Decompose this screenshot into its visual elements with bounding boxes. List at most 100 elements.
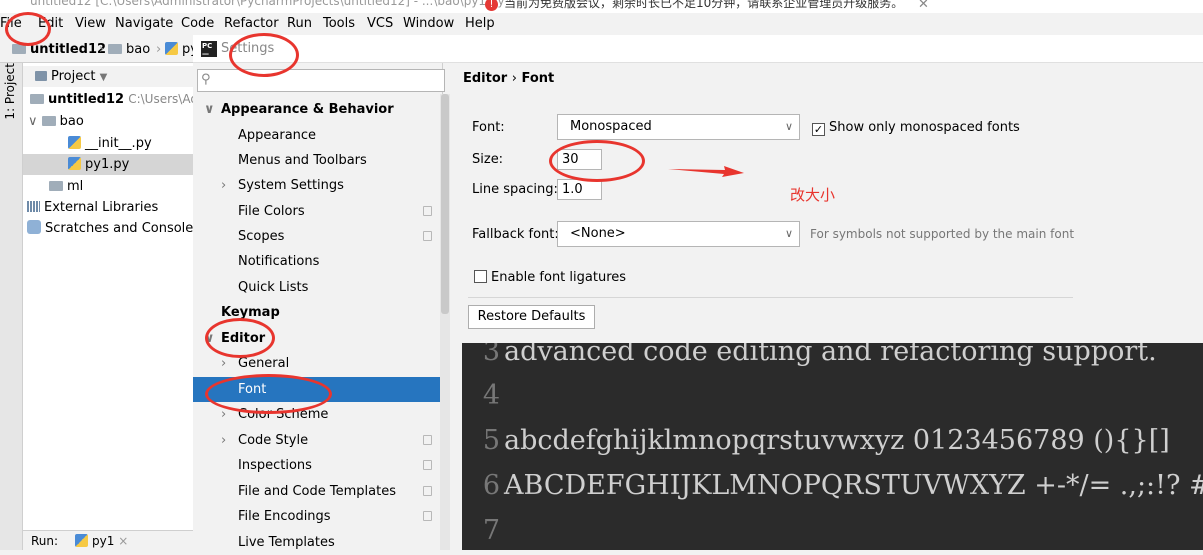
window-title: untitled12 [C:\Users\Administrator\Pycha…	[30, 0, 505, 8]
nav-appearance[interactable]: Appearance	[238, 123, 440, 148]
project-view-header[interactable]: Project ▼	[23, 66, 193, 87]
nav-file-colors[interactable]: File Colors	[238, 199, 440, 224]
python-file-icon	[75, 534, 88, 547]
project-panel: Project ▼ untitled12 C:\Users\Administra…	[23, 63, 264, 550]
breadcrumb-folder[interactable]: bao	[126, 42, 150, 57]
pycharm-logo-icon: PC —	[201, 41, 217, 58]
fallback-font-label: Fallback font:	[472, 227, 559, 242]
project-icon	[35, 71, 47, 81]
tool-window-strip: 1: Project	[0, 63, 23, 550]
show-monospaced-option[interactable]: ✓ Show only monospaced fonts	[812, 120, 1020, 136]
preview-line: 3 advanced code editing and refactoring s…	[482, 343, 1157, 367]
tree-item-ml[interactable]: ml	[49, 176, 83, 197]
annotation-circle-size	[549, 140, 645, 182]
python-file-icon	[68, 136, 81, 149]
settings-title-bar: PC — Settings	[193, 35, 1203, 63]
tree-item-py1[interactable]: py1.py	[23, 154, 193, 175]
chevron-right-icon: ›	[156, 42, 162, 57]
search-icon: ⚲	[201, 72, 211, 87]
menu-help[interactable]: Help	[465, 16, 495, 31]
meeting-notice-text: 当前为免费版会议，剩余时长已不足10分钟，请联系企业管理员升级服务。	[504, 0, 904, 10]
project-scope-icon	[423, 486, 432, 496]
preview-line: 5 abcdefghijklmnopqrstuvwxyz 0123456789 (…	[482, 425, 1170, 456]
menu-refactor[interactable]: Refactor	[224, 16, 279, 31]
run-tool-bar: Run: py1 ×	[23, 530, 193, 550]
nav-quick-lists[interactable]: Quick Lists	[238, 275, 440, 300]
ligatures-option[interactable]: Enable font ligatures	[474, 270, 626, 285]
library-icon	[27, 201, 40, 212]
annotation-arrow-icon	[668, 166, 744, 177]
scratches-icon	[27, 220, 41, 234]
nav-scopes[interactable]: Scopes	[238, 224, 440, 249]
show-monospaced-checkbox[interactable]: ✓	[812, 123, 825, 136]
nav-notifications[interactable]: Notifications	[238, 249, 440, 274]
settings-breadcrumb: Editor › Font	[463, 71, 555, 86]
run-label: Run:	[31, 534, 59, 548]
menu-bar: File Edit View Navigate Code Refactor Ru…	[0, 13, 1203, 35]
preview-line: 6 ABCDEFGHIJKLMNOPQRSTUVWXYZ +-*/= .,;:!?…	[482, 470, 1203, 501]
scrollbar-thumb[interactable]	[441, 94, 449, 314]
nav-system-settings[interactable]: › System Settings	[221, 173, 440, 198]
breadcrumb-project[interactable]: untitled12	[30, 42, 106, 57]
tree-item-bao[interactable]: ∨ bao	[28, 111, 84, 132]
folder-icon	[108, 44, 122, 54]
project-scope-icon	[423, 511, 432, 521]
annotation-circle-editor	[205, 318, 275, 358]
chevron-down-icon: ∨	[784, 227, 793, 240]
nav-file-code-templates[interactable]: File and Code Templates	[238, 479, 440, 504]
ligatures-checkbox[interactable]	[474, 270, 487, 283]
meeting-notice: ! 当前为免费版会议，剩余时长已不足10分钟，请联系企业管理员升级服务。	[485, 0, 903, 11]
close-notice-icon[interactable]: ✕	[918, 0, 929, 12]
folder-icon	[41, 116, 56, 126]
nav-live-templates[interactable]: Live Templates	[238, 530, 440, 555]
restore-defaults-button[interactable]: Restore Defaults	[468, 305, 595, 329]
tool-tab-project[interactable]: 1: Project	[3, 63, 17, 133]
line-spacing-input[interactable]: 1.0	[557, 179, 602, 200]
tree-item-init[interactable]: __init__.py	[68, 133, 152, 154]
menu-vcs[interactable]: VCS	[367, 16, 393, 31]
nav-code-style[interactable]: › Code Style	[221, 428, 440, 453]
nav-scrollbar[interactable]	[440, 94, 450, 550]
menu-navigate[interactable]: Navigate	[115, 16, 173, 31]
chevron-down-icon: ∨	[204, 102, 215, 117]
chevron-right-icon: ›	[221, 433, 227, 448]
project-scope-icon	[423, 435, 432, 445]
run-tab[interactable]: py1 ×	[75, 534, 128, 548]
menu-run[interactable]: Run	[287, 16, 312, 31]
annotation-text: 改大小	[790, 186, 836, 204]
tree-item-external-libraries[interactable]: External Libraries	[27, 197, 158, 218]
size-label: Size:	[472, 152, 504, 167]
chevron-right-icon: ›	[99, 42, 105, 57]
menu-code[interactable]: Code	[181, 16, 214, 31]
menu-tools[interactable]: Tools	[323, 16, 355, 31]
divider	[468, 297, 1073, 298]
tree-item-scratches[interactable]: Scratches and Consoles	[27, 218, 200, 239]
menu-view[interactable]: View	[75, 16, 106, 31]
preview-line: 7	[482, 515, 500, 546]
font-preview[interactable]: 3 advanced code editing and refactoring s…	[462, 343, 1203, 550]
annotation-circle-font	[205, 374, 332, 414]
nav-appearance-behavior[interactable]: ∨ Appearance & Behavior	[204, 97, 394, 122]
chevron-down-icon: ▼	[99, 72, 108, 83]
settings-search-input[interactable]: ⚲	[197, 69, 445, 92]
font-select[interactable]: Monospaced ∨	[557, 114, 800, 140]
chevron-down-icon: ∨	[784, 120, 793, 133]
folder-icon	[30, 94, 44, 104]
nav-file-encodings[interactable]: File Encodings	[238, 504, 440, 529]
nav-general[interactable]: › General	[221, 351, 440, 376]
chevron-right-icon: ›	[221, 178, 227, 193]
close-tab-icon[interactable]: ×	[118, 534, 128, 548]
python-file-icon	[68, 157, 81, 170]
window-title-bar: untitled12 [C:\Users\Administrator\Pycha…	[0, 0, 1203, 13]
project-scope-icon	[423, 206, 432, 216]
menu-window[interactable]: Window	[403, 16, 454, 31]
nav-menus-toolbars[interactable]: Menus and Toolbars	[238, 148, 440, 173]
nav-inspections[interactable]: Inspections	[238, 453, 440, 478]
folder-icon	[49, 181, 63, 191]
line-spacing-label: Line spacing:	[472, 182, 558, 197]
warning-icon: !	[485, 0, 498, 11]
project-scope-icon	[423, 231, 432, 241]
fallback-font-select[interactable]: <None> ∨	[557, 221, 800, 247]
font-label: Font:	[472, 120, 505, 135]
preview-line: 4	[482, 380, 500, 411]
